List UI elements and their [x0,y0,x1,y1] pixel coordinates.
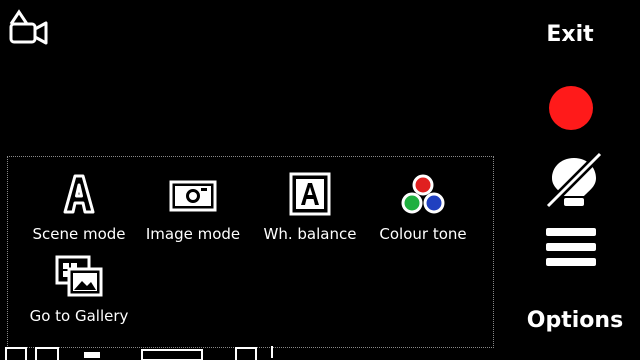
colour-tone-icon [368,171,478,217]
video-camera-icon[interactable] [8,8,50,46]
settings-panel: Scene mode Image mode Wh. balance Colour… [7,156,494,348]
menu-icon[interactable] [546,228,596,272]
white-balance-auto-icon [255,171,365,217]
colour-tone-label: Colour tone [379,225,467,243]
scene-mode-label: Scene mode [32,225,126,243]
status-indicator-strip [0,342,500,360]
white-balance-item[interactable]: Wh. balance [255,171,365,243]
gallery-icon [24,253,134,299]
exit-button[interactable]: Exit [530,22,610,47]
scene-mode-item[interactable]: Scene mode [24,171,134,243]
image-mode-item[interactable]: Image mode [138,171,248,243]
record-button-icon[interactable] [549,86,593,130]
camera-icon [138,171,248,217]
flash-off-icon[interactable] [544,150,604,212]
image-mode-label: Image mode [145,225,241,243]
colour-tone-item[interactable]: Colour tone [368,171,478,243]
go-to-gallery-item[interactable]: Go to Gallery [24,253,134,325]
scene-auto-icon [24,171,134,217]
options-button[interactable]: Options [520,308,630,333]
white-balance-label: Wh. balance [263,225,357,243]
go-to-gallery-label: Go to Gallery [29,307,129,325]
